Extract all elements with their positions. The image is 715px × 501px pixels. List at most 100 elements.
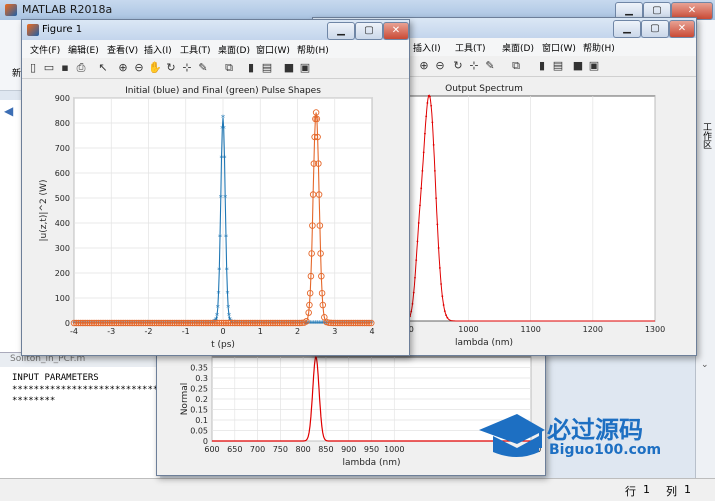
- x-tick-label: 1000: [458, 325, 478, 334]
- pulse-shapes-chart: -4 -3 -2 -1 0 1 2 3 4 0 100 200 300 400 500 600 700 800 90…: [39, 86, 375, 350]
- y-axis-label: Normal: [180, 383, 190, 416]
- x-tick-label: 1300: [645, 325, 665, 334]
- menu-edit[interactable]: 编辑(E): [68, 43, 99, 56]
- x-tick-label: 850: [318, 445, 333, 454]
- menu-tools[interactable]: 工具(T): [180, 43, 211, 56]
- back-arrow-icon[interactable]: ◀: [4, 104, 13, 118]
- figure2-menu-help[interactable]: 帮助(H): [583, 41, 615, 54]
- matlab-logo-icon: [5, 4, 17, 16]
- zoom-out-icon[interactable]: ⊖: [433, 59, 447, 73]
- menu-desktop[interactable]: 桌面(D): [218, 43, 250, 56]
- brush-icon[interactable]: ✎: [483, 59, 497, 73]
- figure2-close-button[interactable]: ✕: [669, 20, 695, 38]
- figure2-menu-insert[interactable]: 插入(I): [413, 41, 441, 54]
- hide-tools-icon[interactable]: ■: [571, 59, 585, 73]
- x-tick-label: 750: [273, 445, 288, 454]
- figure2-menu-desktop[interactable]: 桌面(D): [502, 41, 534, 54]
- print-icon[interactable]: ⎙: [74, 61, 88, 75]
- x-tick-label: -2: [145, 327, 153, 336]
- cmd-line-1: INPUT PARAMETERS: [12, 373, 99, 383]
- x-tick-label: -3: [107, 327, 115, 336]
- menu-file[interactable]: 文件(F): [30, 43, 60, 56]
- status-bar: 行 1 列 1: [0, 478, 715, 501]
- menu-window[interactable]: 窗口(W): [256, 43, 290, 56]
- figure2-window-buttons: ▁ ▢ ✕: [613, 20, 695, 38]
- save-icon[interactable]: ▪: [58, 61, 72, 75]
- watermark: 必过源码 Biguo100.com: [477, 408, 677, 463]
- x-tick-label: 0: [220, 327, 225, 336]
- col-label: 列: [666, 485, 677, 498]
- x-tick-label: -1: [182, 327, 190, 336]
- command-window[interactable]: Soliton_in_PCF.m INPUT PARAMETERS ******…: [0, 352, 160, 479]
- series-marker-star: *: [225, 266, 229, 275]
- zoom-in-icon[interactable]: ⊕: [116, 61, 130, 75]
- link-plot-icon[interactable]: ⧉: [222, 61, 236, 75]
- colorbar-icon[interactable]: ▮: [535, 59, 549, 73]
- colorbar-icon[interactable]: ▮: [244, 61, 258, 75]
- legend-icon[interactable]: ▤: [551, 59, 565, 73]
- series-marker-star: *: [225, 289, 229, 298]
- rotate-icon[interactable]: ↻: [164, 61, 178, 75]
- y-tick-label: 0.3: [195, 374, 208, 383]
- show-tools-icon[interactable]: ▣: [298, 61, 312, 75]
- zoom-in-icon[interactable]: ⊕: [417, 59, 431, 73]
- figure1-minimize-button[interactable]: ▁: [327, 22, 355, 40]
- y-tick-label: 0.05: [190, 427, 208, 436]
- x-tick-label: 1: [258, 327, 263, 336]
- figure1-title-bar[interactable]: Figure 1 ▁ ▢ ✕: [22, 20, 409, 40]
- app-title: MATLAB R2018a: [22, 3, 113, 16]
- chart-title: Output Spectrum: [445, 84, 523, 94]
- series-marker-star: *: [221, 114, 225, 123]
- figure2-menu-window[interactable]: 窗口(W): [542, 41, 576, 54]
- y-tick-label: 400: [55, 219, 70, 228]
- watermark-cn: 必过源码: [547, 416, 643, 444]
- x-tick-label: 950: [364, 445, 379, 454]
- collapse-icon[interactable]: ⌄: [701, 360, 709, 370]
- x-tick-label: 4: [369, 327, 374, 336]
- figure1-window-buttons: ▁ ▢ ✕: [327, 22, 409, 40]
- series-marker-star: *: [222, 124, 226, 133]
- data-cursor-icon[interactable]: ⊹: [467, 59, 481, 73]
- x-tick-label: 800: [296, 445, 311, 454]
- figure-logo-icon: [27, 24, 39, 36]
- figure2-menu-tools[interactable]: 工具(T): [455, 41, 486, 54]
- hide-tools-icon[interactable]: ■: [282, 61, 296, 75]
- row-label: 行: [625, 485, 636, 498]
- pointer-icon[interactable]: ↖: [96, 61, 110, 75]
- new-label[interactable]: 新: [12, 66, 21, 79]
- menu-view[interactable]: 查看(V): [107, 43, 138, 56]
- series-marker-star: *: [216, 304, 220, 313]
- figure1-window[interactable]: Figure 1 ▁ ▢ ✕ 文件(F) 编辑(E) 查看(V) 插入(I) 工…: [21, 19, 410, 356]
- series-marker-star: *: [223, 193, 227, 202]
- figure1-maximize-button[interactable]: ▢: [355, 22, 383, 40]
- legend-icon[interactable]: ▤: [260, 61, 274, 75]
- x-tick-label: 2: [295, 327, 300, 336]
- menu-help[interactable]: 帮助(H): [297, 43, 329, 56]
- figure1-plot: -4 -3 -2 -1 0 1 2 3 4 0 100 200 300 400 500 600 700 800 90…: [22, 79, 409, 355]
- y-tick-label: 900: [55, 94, 70, 103]
- series-marker-star: *: [217, 266, 221, 275]
- rotate-icon[interactable]: ↻: [451, 59, 465, 73]
- y-tick-label: 0.15: [190, 406, 208, 415]
- zoom-out-icon[interactable]: ⊖: [132, 61, 146, 75]
- y-axis-label: |u(z,t)|^2 (W): [39, 180, 49, 242]
- series-marker-star: *: [217, 289, 221, 298]
- x-tick-label: 1000: [384, 445, 404, 454]
- x-tick-label: -4: [70, 327, 78, 336]
- figure1-close-button[interactable]: ✕: [383, 22, 409, 40]
- workspace-label[interactable]: 工作区: [700, 122, 713, 149]
- brush-icon[interactable]: ✎: [196, 61, 210, 75]
- new-figure-icon[interactable]: ▯: [26, 61, 40, 75]
- x-tick-label: 600: [204, 445, 219, 454]
- figure2-maximize-button[interactable]: ▢: [641, 20, 669, 38]
- pan-icon[interactable]: ✋: [148, 61, 162, 75]
- chart-title: Initial (blue) and Final (green) Pulse S…: [125, 86, 321, 96]
- data-cursor-icon[interactable]: ⊹: [180, 61, 194, 75]
- menu-insert[interactable]: 插入(I): [144, 43, 172, 56]
- y-tick-label: 800: [55, 119, 70, 128]
- x-tick-label: 3: [332, 327, 337, 336]
- link-plot-icon[interactable]: ⧉: [509, 59, 523, 73]
- figure2-minimize-button[interactable]: ▁: [613, 20, 641, 38]
- show-tools-icon[interactable]: ▣: [587, 59, 601, 73]
- open-file-icon[interactable]: ▭: [42, 61, 56, 75]
